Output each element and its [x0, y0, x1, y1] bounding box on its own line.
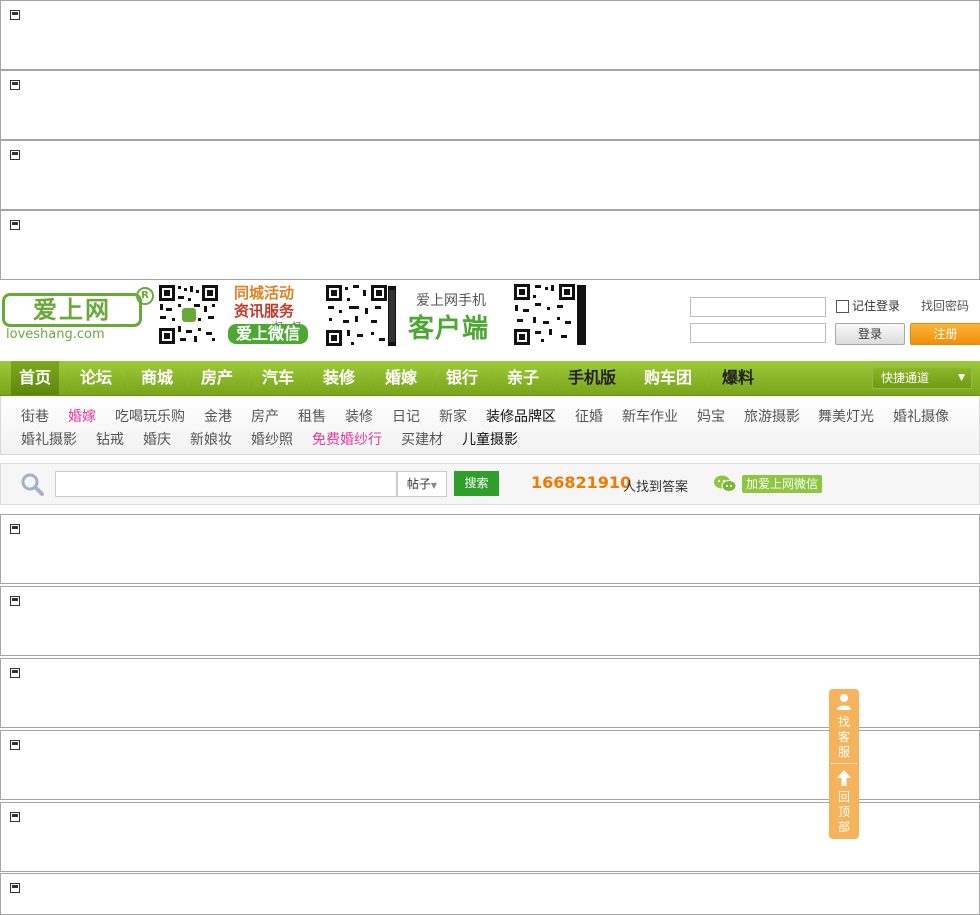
ad-frame-5: [0, 514, 980, 584]
subnav-link[interactable]: 日记: [392, 406, 420, 426]
logo-url: loveshang.com: [6, 327, 105, 342]
subnav-link[interactable]: 婚礼摄影: [21, 429, 77, 449]
search-button[interactable]: 搜索: [454, 471, 499, 496]
broken-image-icon: [10, 220, 20, 230]
subnav-link[interactable]: 婚嫁: [68, 406, 96, 426]
nav-item-tips[interactable]: 爆料: [722, 361, 754, 395]
quick-channel-dropdown[interactable]: 快捷通道 ▼: [872, 367, 972, 389]
subnav-link[interactable]: 钻戒: [96, 429, 124, 449]
qr-code-icon: [158, 284, 219, 345]
broken-image-icon: [10, 812, 20, 822]
subnav-link[interactable]: 征婚: [575, 406, 603, 426]
subnav-link[interactable]: 房产: [251, 406, 279, 426]
broken-image-icon: [10, 524, 20, 534]
nav-item-bank[interactable]: 银行: [446, 361, 478, 395]
login-button[interactable]: 登录: [835, 323, 905, 345]
nav-item-decoration[interactable]: 装修: [323, 361, 355, 395]
broken-image-icon: [10, 740, 20, 750]
answer-count-label: 人找到答案: [623, 480, 689, 495]
chevron-down-icon: ▼: [430, 481, 438, 490]
back-to-top-label: 回顶部: [838, 790, 851, 834]
subnav-link[interactable]: 旅游摄影: [744, 406, 800, 426]
broken-image-icon: [10, 80, 20, 90]
remember-checkbox[interactable]: [836, 300, 849, 313]
customer-service-label: 找客服: [838, 715, 851, 759]
subnav-link[interactable]: 婚礼摄像: [893, 406, 949, 426]
broken-image-icon: [10, 10, 20, 20]
wechat-promo[interactable]: 同城活动 资讯服务 扫一扫 爱上微信: [228, 282, 318, 346]
ad-frame-4: [0, 210, 980, 280]
subnav-link[interactable]: 婚纱照: [251, 429, 293, 449]
promo-line: 爱上网手机: [416, 293, 486, 309]
answer-count: 166821910: [531, 473, 632, 492]
customer-service-button[interactable]: 找客服: [829, 715, 859, 760]
subnav-link[interactable]: 新家: [439, 406, 467, 426]
subnav-link[interactable]: 新车作业: [622, 406, 678, 426]
ad-frame-3: [0, 140, 980, 210]
subnav-link[interactable]: 妈宝: [697, 406, 725, 426]
promo-line: 资讯服务: [234, 302, 295, 320]
nav-item-auto[interactable]: 汽车: [262, 361, 294, 395]
subnav-link[interactable]: 装修: [345, 406, 373, 426]
qr-code-icon: [513, 283, 587, 347]
nav-item-mobile[interactable]: 手机版: [568, 361, 616, 395]
broken-image-icon: [10, 150, 20, 160]
nav-item-mall[interactable]: 商城: [141, 361, 173, 395]
subnav-link[interactable]: 租售: [298, 406, 326, 426]
chevron-down-icon: ▼: [958, 373, 965, 383]
forgot-password-link[interactable]: 找回密码: [921, 297, 969, 314]
remember-label[interactable]: 记住登录: [852, 297, 900, 314]
site-logo[interactable]: 爱上网 R loveshang.com: [0, 285, 155, 347]
register-button[interactable]: 注册: [910, 323, 980, 345]
nav-item-parenting[interactable]: 亲子: [507, 361, 539, 395]
ad-frame-6: [0, 586, 980, 656]
search-input[interactable]: [55, 471, 397, 497]
subnav-link[interactable]: 舞美灯光: [818, 406, 874, 426]
subnav-link[interactable]: 街巷: [21, 406, 49, 426]
broken-image-icon: [10, 668, 20, 678]
nav-item-home[interactable]: 首页: [11, 361, 60, 395]
ad-frame-2: [0, 70, 980, 140]
subnav-link[interactable]: 婚庆: [143, 429, 171, 449]
subnav-link[interactable]: 买建材: [401, 429, 443, 449]
promo-title: 客户端: [408, 314, 490, 344]
registered-mark: R: [136, 287, 154, 305]
app-promo[interactable]: 爱上网手机 客户端: [406, 288, 506, 348]
ad-frame-1: [0, 0, 980, 70]
wechat-follow-button[interactable]: 加爱上网微信: [742, 475, 822, 493]
arrow-up-icon[interactable]: [836, 769, 852, 787]
nav-item-car-group[interactable]: 购车团: [644, 361, 692, 395]
wechat-icon[interactable]: [713, 474, 737, 494]
quick-channel-label: 快捷通道: [881, 371, 930, 385]
search-type-select[interactable]: 帖子▼: [397, 471, 447, 497]
username-input[interactable]: [690, 297, 826, 317]
broken-image-icon: [10, 596, 20, 606]
back-to-top-button[interactable]: 回顶部: [829, 790, 859, 835]
subnav-link[interactable]: 免费婚纱行: [312, 429, 382, 449]
search-type-label: 帖子: [406, 477, 431, 491]
ad-frame-10: [0, 873, 980, 915]
sub-nav: 街巷 婚嫁 吃喝玩乐购 金港 房产 租售 装修 日记 新家 装修品牌区 征婚 新…: [0, 396, 980, 455]
subnav-link[interactable]: 装修品牌区: [486, 406, 556, 426]
subnav-link[interactable]: 吃喝玩乐购: [115, 406, 185, 426]
customer-service-icon[interactable]: [836, 693, 852, 711]
broken-image-icon: [10, 883, 20, 893]
logo-text: 爱上网: [2, 293, 142, 327]
nav-item-wedding[interactable]: 婚嫁: [385, 361, 417, 395]
search-icon: [21, 473, 44, 496]
password-input[interactable]: [690, 323, 826, 343]
subnav-link[interactable]: 儿童摄影: [462, 429, 518, 449]
nav-item-forum[interactable]: 论坛: [80, 361, 112, 395]
qr-code-icon: [325, 284, 397, 348]
floating-sidebar: 找客服 回顶部: [829, 689, 859, 839]
main-nav: 首页 论坛 商城 房产 汽车 装修 婚嫁 银行 亲子 手机版 购车团 爆料: [0, 361, 980, 396]
nav-item-realestate[interactable]: 房产: [201, 361, 233, 395]
subnav-link[interactable]: 金港: [204, 406, 232, 426]
subnav-link[interactable]: 新娘妆: [190, 429, 232, 449]
promo-badge: 爱上微信: [228, 324, 308, 344]
